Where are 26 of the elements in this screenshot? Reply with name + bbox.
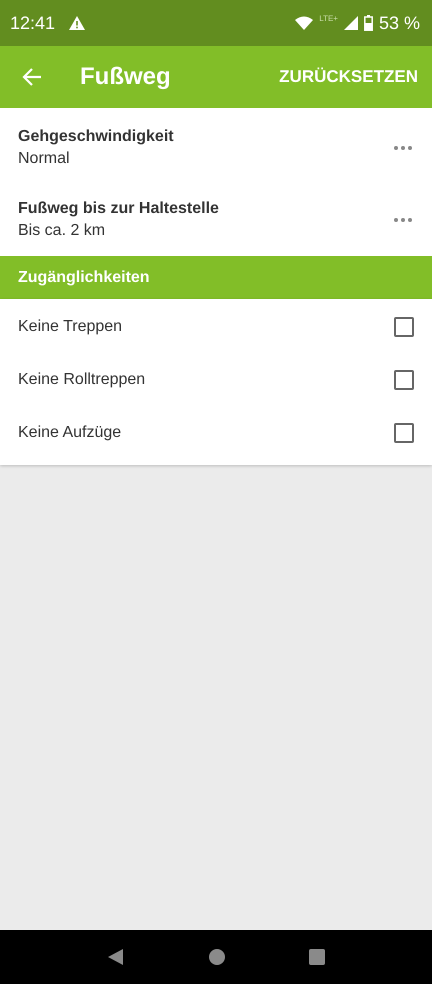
setting-title: Fußweg bis zur Haltestelle [18, 200, 220, 218]
warning-icon [69, 16, 86, 30]
recents-icon[interactable] [308, 949, 325, 965]
option-label: Keine Treppen [18, 318, 124, 336]
more-icon[interactable] [394, 218, 412, 222]
battery-percent: 53 % [378, 12, 420, 34]
signal-icon [344, 16, 358, 30]
section-title: Zugänglichkeiten [18, 268, 150, 286]
more-icon[interactable] [394, 146, 412, 150]
option-label: Keine Aufzüge [18, 424, 122, 442]
wifi-icon [295, 16, 314, 30]
setting-row[interactable]: Gehgeschwindigkeit Normal [0, 112, 432, 184]
network-type: LTE+ [319, 14, 338, 23]
checkbox[interactable] [394, 422, 414, 442]
setting-value: Bis ca. 2 km [18, 222, 106, 240]
home-icon[interactable] [208, 948, 226, 966]
setting-value: Normal [18, 150, 71, 168]
setting-title: Gehgeschwindigkeit [18, 128, 175, 146]
screen-title: Fußweg [80, 63, 171, 91]
back-icon[interactable] [107, 948, 126, 966]
battery-icon [364, 15, 373, 31]
checkbox[interactable] [394, 316, 414, 336]
checkbox[interactable] [394, 370, 414, 390]
setting-row[interactable]: Fußweg bis zur Haltestelle Bis ca. 2 km [0, 184, 432, 256]
option-label: Keine Rolltreppen [18, 370, 146, 388]
status-time: 12:41 [10, 12, 56, 34]
